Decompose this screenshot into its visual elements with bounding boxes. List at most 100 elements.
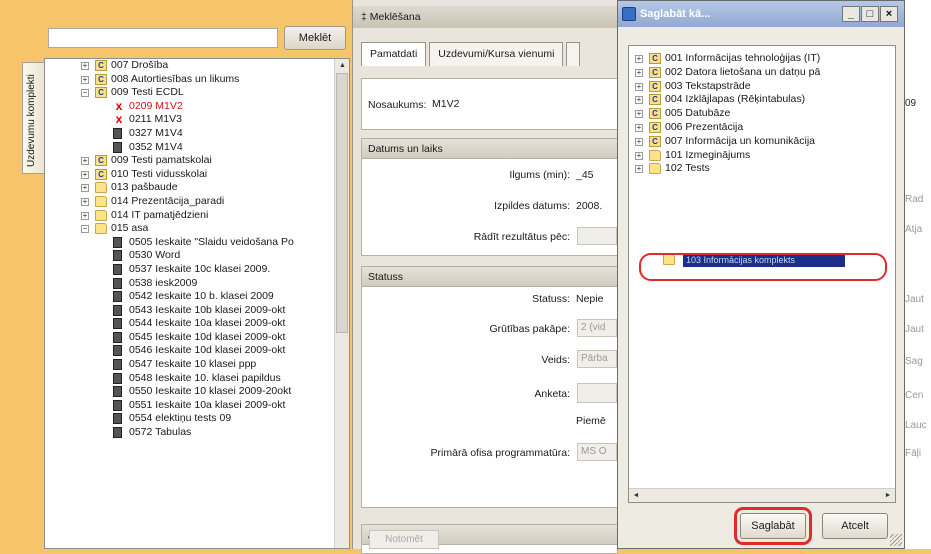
save-button[interactable]: Saglabāt xyxy=(740,513,806,539)
collapse-icon[interactable]: − xyxy=(81,225,89,234)
tree-item[interactable]: + C 003 Tekstapstrāde xyxy=(629,80,895,94)
category-icon: C xyxy=(649,94,661,106)
tree-item[interactable]: + C 008 Autortiesības un likums xyxy=(45,73,335,87)
tree-item[interactable]: 0327 M1V4 xyxy=(45,127,335,141)
tree-item[interactable]: 0543 Ieskaite 10b klasei 2009-okt xyxy=(45,304,335,318)
tree-item[interactable]: + C 005 Datubāze xyxy=(629,107,895,121)
tree-item[interactable]: 0548 Ieskaite 10. klasei papildus xyxy=(45,372,335,386)
tree-item[interactable]: 0545 Ieskaite 10d klasei 2009-okt xyxy=(45,331,335,345)
tree-item[interactable]: + C 006 Prezentācija xyxy=(629,121,895,135)
expand-icon[interactable]: + xyxy=(635,82,643,91)
scroll-left-icon[interactable]: ◄ xyxy=(629,489,643,502)
execution-date-value[interactable]: 2008. xyxy=(576,200,602,212)
folder-icon xyxy=(95,195,107,207)
folder-tree-hscrollbar[interactable]: ◄ ► xyxy=(629,488,895,502)
task-tree-scrollbar[interactable]: ▲ xyxy=(334,59,349,548)
document-icon xyxy=(113,372,122,384)
expand-icon[interactable]: + xyxy=(635,96,643,105)
tree-item[interactable]: 0551 Ieskaite 10a klasei 2009-okt xyxy=(45,399,335,413)
tree-item[interactable]: − C 009 Testi ECDL xyxy=(45,86,335,100)
expand-icon[interactable]: + xyxy=(635,137,643,146)
search-button[interactable]: Meklēt xyxy=(284,26,346,50)
expand-icon[interactable]: + xyxy=(81,62,89,70)
scroll-up-icon[interactable]: ▲ xyxy=(335,59,349,73)
scroll-right-icon[interactable]: ► xyxy=(881,489,895,502)
tree-item-label: 0550 Ieskaite 10 klasei 2009-20okt xyxy=(129,385,292,398)
tree-item[interactable]: 0546 Ieskaite 10d klasei 2009-okt xyxy=(45,344,335,358)
folder-icon xyxy=(649,163,661,175)
tree-item[interactable]: 0554 elektiņu tests 09 xyxy=(45,412,335,426)
survey-field[interactable] xyxy=(577,383,617,403)
resize-grip[interactable] xyxy=(890,534,902,546)
maximize-icon[interactable]: □ xyxy=(861,6,879,22)
cancel-button[interactable]: Atcelt xyxy=(822,513,888,539)
minimize-icon[interactable]: _ xyxy=(842,6,860,22)
scrollbar-thumb[interactable] xyxy=(336,73,348,333)
expand-icon[interactable]: + xyxy=(81,184,89,193)
dialog-title-bar[interactable]: Saglabāt kā... _ □ × xyxy=(618,1,904,27)
tree-item[interactable]: +014 Prezentācija_paradi xyxy=(45,195,335,209)
search-input[interactable] xyxy=(48,28,278,48)
expand-icon[interactable]: + xyxy=(81,170,89,179)
task-tree[interactable]: + C 007 Drošība + C 008 Autortiesības un liku… xyxy=(44,58,350,549)
tree-item[interactable]: + C 010 Testi vidusskolai xyxy=(45,168,335,182)
office-software-select[interactable]: MS O xyxy=(577,443,617,461)
expand-icon[interactable]: + xyxy=(81,211,89,220)
tree-item[interactable]: 0547 Ieskaite 10 klasei ppp xyxy=(45,358,335,372)
difficulty-select[interactable]: 2 (vid xyxy=(577,319,617,337)
length-value[interactable]: _45 xyxy=(576,169,594,181)
tree-item[interactable]: 0544 Ieskaite 10a klasei 2009-okt xyxy=(45,317,335,331)
note-checkbox-label[interactable]: Piemē xyxy=(576,415,606,427)
expand-icon[interactable]: + xyxy=(635,68,643,77)
show-results-field[interactable] xyxy=(577,227,617,245)
tree-panel: Meklēt Uzdevumu komplekti + C 007 Drošība +… xyxy=(0,0,352,549)
tree-item[interactable]: 0542 Ieskaite 10 b. klasei 2009 xyxy=(45,290,335,304)
tree-item[interactable]: 0538 iesk2009 xyxy=(45,277,335,291)
expand-icon[interactable]: + xyxy=(81,197,89,206)
tree-item-label: 001 Informācijas tehnoloģijas (IT) xyxy=(665,52,821,64)
tree-item[interactable]: + C 001 Informācijas tehnoloģijas (IT) xyxy=(629,52,895,66)
expand-icon[interactable]: + xyxy=(81,75,89,84)
tab-task-sets[interactable]: Uzdevumu komplekti xyxy=(22,62,44,174)
tree-item[interactable]: + C 002 Datora lietošana un datņu pā xyxy=(629,66,895,80)
tree-item[interactable]: + C 004 Izklājlapas (Rēķintabulas) xyxy=(629,93,895,107)
tree-item[interactable]: 0572 Tabulas xyxy=(45,426,335,440)
tab-more[interactable] xyxy=(566,42,581,66)
tree-item[interactable]: 0530 Word xyxy=(45,249,335,263)
tree-item[interactable]: 0550 Ieskaite 10 klasei 2009-20okt xyxy=(45,385,335,399)
tree-item[interactable]: + C 007 Drošība xyxy=(45,59,335,73)
close-icon[interactable]: × xyxy=(880,6,898,22)
tree-item[interactable]: +102 Tests xyxy=(629,162,895,176)
tree-item[interactable]: − 015 asa xyxy=(45,222,335,236)
tree-item[interactable]: +014 IT pamatjēdzieni xyxy=(45,209,335,223)
tree-item-label: 0551 Ieskaite 10a klasei 2009-okt xyxy=(129,398,286,411)
tree-item[interactable]: 0352 M1V4 xyxy=(45,141,335,155)
tab-basic-data[interactable]: Pamatdati xyxy=(361,42,427,66)
tab-tasks[interactable]: Uzdevumi/Kursa vienumi xyxy=(429,42,564,66)
status-value[interactable]: Nepie xyxy=(576,293,603,305)
pin-icon[interactable]: ‡ xyxy=(361,11,367,23)
collapse-icon[interactable]: − xyxy=(81,89,89,98)
expand-icon[interactable]: + xyxy=(635,165,643,174)
tree-item[interactable]: 0505 Ieskaite "Slaidu veidošana Po xyxy=(45,236,335,250)
tree-item[interactable]: +013 pašbaude xyxy=(45,181,335,195)
reset-button[interactable]: Notomēt xyxy=(369,530,439,549)
expand-icon[interactable]: + xyxy=(635,123,643,132)
tree-item[interactable]: + C 009 Testi pamatskolai xyxy=(45,154,335,168)
tree-item[interactable]: x 0209 M1V2 xyxy=(45,100,335,114)
tree-item-label: 0352 M1V4 xyxy=(129,140,183,153)
tree-item[interactable]: + C 007 Informācija un komunikācija xyxy=(629,135,895,149)
type-select[interactable]: Pārba xyxy=(577,350,617,368)
folder-tree[interactable]: + C 001 Informācijas tehnoloģijas (IT) + C 00… xyxy=(628,45,896,503)
tree-item[interactable]: +101 Izmeginājums xyxy=(629,149,895,163)
expand-icon[interactable]: + xyxy=(81,157,89,166)
tree-item-label: 006 Prezentācija xyxy=(665,120,744,133)
tree-item[interactable]: 0537 Ieskaite 10c klasei 2009. xyxy=(45,263,335,277)
tree-item[interactable]: x 0211 M1V3 xyxy=(45,113,335,127)
expand-icon[interactable]: + xyxy=(635,55,643,63)
expand-icon[interactable]: + xyxy=(635,151,643,160)
category-icon: C xyxy=(95,60,107,71)
expand-icon[interactable]: + xyxy=(635,110,643,119)
name-value[interactable]: M1V2 xyxy=(432,98,459,110)
tree-item-label: 0209 M1V2 xyxy=(129,99,183,112)
